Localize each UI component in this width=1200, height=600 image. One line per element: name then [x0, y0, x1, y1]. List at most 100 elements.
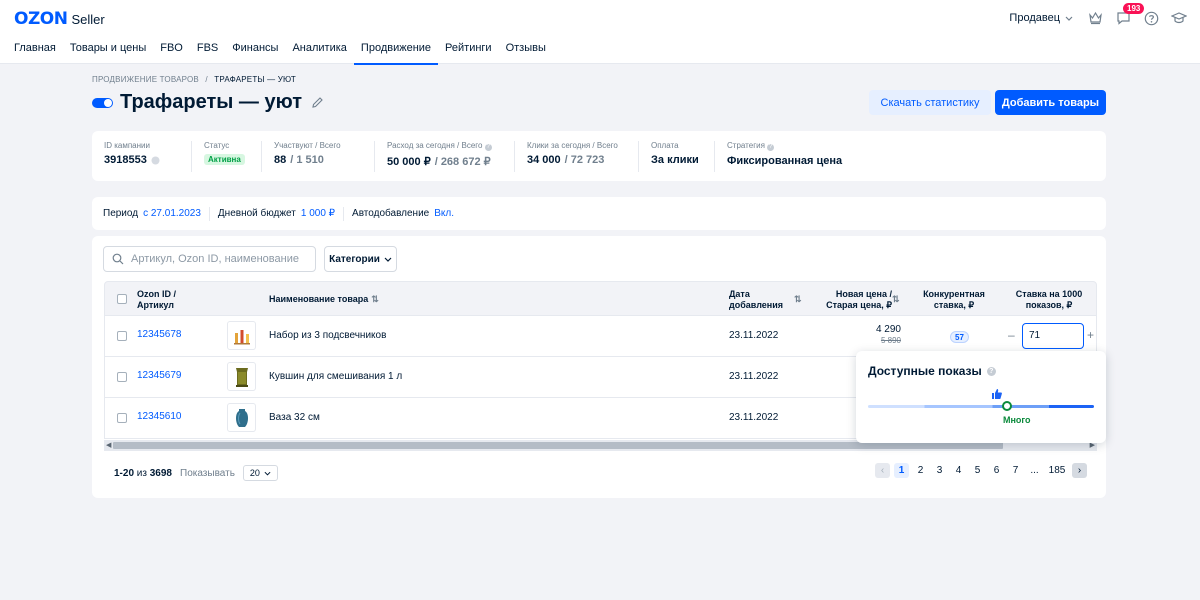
help-icon[interactable]: [1142, 9, 1160, 27]
clicks-total: / 72 723: [564, 154, 605, 166]
row-checkbox[interactable]: [117, 372, 127, 382]
column-id-line2: Артикул: [137, 300, 174, 310]
bid-input[interactable]: 71: [1022, 323, 1084, 349]
product-name: Кувшин для смешивания 1 л: [269, 371, 403, 382]
per-page-select[interactable]: 20: [242, 465, 278, 481]
bid-increase-button[interactable]: +: [1087, 328, 1094, 342]
page-6[interactable]: 6: [989, 463, 1004, 478]
stat-label-row: Расход за сегодня / Всего ?: [387, 141, 505, 151]
product-id-link[interactable]: 12345679: [137, 370, 182, 381]
categories-dropdown[interactable]: Категории: [324, 246, 397, 272]
table-footer: 1-20 из 3698 Показывать 20 ‹ 1 2 3 4 5 6…: [104, 458, 1097, 488]
select-all-checkbox[interactable]: [117, 294, 127, 304]
old-price: 5 890: [880, 336, 901, 345]
stat-participating: Участвуют / Всего 88 / 1 510: [274, 141, 375, 172]
copy-icon[interactable]: [151, 156, 160, 165]
product-thumbnail[interactable]: [227, 403, 256, 432]
download-stats-button[interactable]: Скачать статистику: [869, 90, 991, 115]
page-7[interactable]: 7: [1008, 463, 1023, 478]
pencil-icon[interactable]: [309, 94, 327, 112]
nav-item-analytics[interactable]: Аналитика: [285, 42, 353, 64]
budget-value[interactable]: 1 000 ₽: [301, 208, 335, 219]
spend-total: / 268 672 ₽: [434, 156, 491, 168]
scroll-thumb[interactable]: [113, 442, 1003, 449]
campaign-settings-bar: Период с 27.01.2023 Дневной бюджет 1 000…: [92, 197, 1106, 230]
page-2[interactable]: 2: [913, 463, 928, 478]
info-icon[interactable]: ?: [767, 144, 775, 151]
product-thumbnail[interactable]: [227, 321, 256, 350]
scroll-left-icon[interactable]: ◀: [106, 441, 111, 449]
campaign-toggle[interactable]: [92, 97, 113, 108]
stat-label: Статус: [204, 141, 230, 150]
page-3[interactable]: 3: [932, 463, 947, 478]
nav-item-reviews[interactable]: Отзывы: [499, 42, 553, 64]
row-checkbox[interactable]: [117, 413, 127, 423]
stat-strategy: Стратегия ? Фиксированная цена: [727, 141, 857, 172]
graduation-cap-icon[interactable]: [1170, 9, 1188, 27]
column-bid-line2: показов, ₽: [1025, 300, 1073, 310]
sort-icon[interactable]: ⇅: [892, 294, 900, 305]
nav-item-promotion[interactable]: Продвижение: [353, 42, 439, 65]
chat-icon[interactable]: 193: [1114, 3, 1145, 27]
autoadd-value[interactable]: Вкл.: [434, 208, 454, 219]
page-5[interactable]: 5: [970, 463, 985, 478]
pitcher-image: [235, 367, 248, 387]
clicks-value: 34 000: [527, 154, 561, 166]
breadcrumb-separator: /: [205, 75, 208, 84]
nav-item-home[interactable]: Главная: [14, 42, 63, 64]
add-products-button[interactable]: Добавить товары: [995, 90, 1106, 115]
crown-icon[interactable]: [1086, 9, 1104, 27]
stat-label: Расход за сегодня / Всего: [387, 141, 483, 150]
sort-icon: ⇅: [371, 294, 379, 304]
search-input[interactable]: Артикул, Ozon ID, наименование: [103, 246, 316, 272]
logo-brand: OZON: [14, 9, 68, 29]
page-last[interactable]: 185: [1046, 463, 1068, 478]
page-1[interactable]: 1: [894, 463, 909, 478]
vase-image: [235, 408, 248, 427]
seller-menu[interactable]: Продавец: [1009, 9, 1074, 27]
search-icon: [112, 253, 124, 265]
nav-item-products[interactable]: Товары и цены: [63, 42, 153, 64]
row-checkbox[interactable]: [117, 331, 127, 341]
new-price: 4 290: [875, 324, 901, 335]
column-date[interactable]: Дата добавления: [729, 289, 783, 311]
breadcrumb: ПРОДВИЖЕНИЕ ТОВАРОВ / ТРАФАРЕТЫ — УЮТ: [92, 75, 296, 84]
ozon-seller-logo[interactable]: OZON Seller: [14, 9, 105, 29]
impressions-scale: [868, 405, 1094, 408]
column-name[interactable]: Наименование товара ⇅: [269, 294, 379, 305]
product-id-link[interactable]: 12345610: [137, 411, 182, 422]
stat-label: Участвуют / Всего: [274, 141, 341, 150]
status-badge: Активна: [204, 154, 245, 165]
product-date: 23.11.2022: [729, 412, 779, 423]
nav-item-finance[interactable]: Финансы: [225, 42, 285, 64]
info-icon[interactable]: ?: [484, 144, 492, 151]
impressions-level-marker: [1002, 401, 1012, 411]
popover-title: Доступные показы: [868, 364, 982, 378]
stat-payment: Оплата За клики: [651, 141, 715, 172]
next-page-icon[interactable]: ›: [1072, 463, 1087, 478]
prev-page-icon[interactable]: ‹: [875, 463, 890, 478]
page-4[interactable]: 4: [951, 463, 966, 478]
column-price[interactable]: Новая цена / Старая цена, ₽: [822, 289, 892, 311]
breadcrumb-parent[interactable]: ПРОДВИЖЕНИЕ ТОВАРОВ: [92, 75, 199, 84]
bid-decrease-button[interactable]: –: [1008, 328, 1015, 342]
sort-icon[interactable]: ⇅: [794, 294, 802, 305]
nav-item-ratings[interactable]: Рейтинги: [438, 42, 499, 64]
product-thumbnail[interactable]: [227, 362, 256, 391]
column-bid: Ставка на 1000 показов, ₽: [1009, 289, 1089, 311]
nav-item-fbs[interactable]: FBS: [190, 42, 225, 64]
period-value[interactable]: с 27.01.2023: [143, 208, 201, 219]
product-id-link[interactable]: 12345678: [137, 329, 182, 340]
nav-item-fbo[interactable]: FBO: [153, 42, 190, 64]
campaign-stats: ID кампании 3918553 Статус Активна Участ…: [92, 131, 1106, 181]
product-date: 23.11.2022: [729, 330, 779, 341]
spend-value: 50 000 ₽: [387, 156, 431, 168]
total-value: 3698: [149, 467, 172, 479]
chevron-down-icon: [264, 471, 271, 476]
pagination: ‹ 1 2 3 4 5 6 7 ... 185 ›: [875, 463, 1087, 478]
stat-value-row: 88 / 1 510: [274, 154, 365, 166]
period-label: Период: [103, 208, 139, 219]
divider: [343, 206, 345, 221]
stat-label: Стратегия: [727, 141, 765, 150]
info-icon[interactable]: ?: [986, 366, 996, 376]
